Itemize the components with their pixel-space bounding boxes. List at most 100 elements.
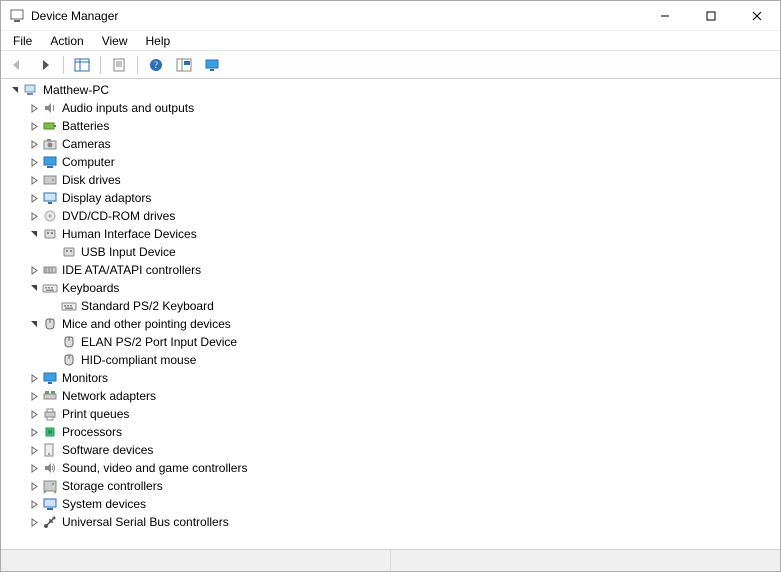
tree-expander-closed[interactable] xyxy=(26,514,42,530)
tree-expander-closed[interactable] xyxy=(26,370,42,386)
tree-expander-closed[interactable] xyxy=(26,478,42,494)
category-node[interactable]: DVD/CD-ROM drives xyxy=(3,207,780,225)
category-node[interactable]: Keyboards xyxy=(3,279,780,297)
toolbar-monitor-button[interactable] xyxy=(200,54,224,76)
tree-expander-closed[interactable] xyxy=(26,442,42,458)
node-label: Print queues xyxy=(62,407,129,421)
minimize-button[interactable] xyxy=(642,1,688,31)
category-node[interactable]: System devices xyxy=(3,495,780,513)
category-node[interactable]: Mice and other pointing devices xyxy=(3,315,780,333)
category-node[interactable]: Monitors xyxy=(3,369,780,387)
tree-expander-open[interactable] xyxy=(7,82,23,98)
tree-expander-open[interactable] xyxy=(26,316,42,332)
tree-expander-closed[interactable] xyxy=(26,496,42,512)
tree-expander-closed[interactable] xyxy=(26,406,42,422)
category-node[interactable]: Network adapters xyxy=(3,387,780,405)
storage-icon xyxy=(42,478,58,494)
toolbar-help-button[interactable]: ? xyxy=(144,54,168,76)
node-label: Human Interface Devices xyxy=(62,227,197,241)
close-button[interactable] xyxy=(734,1,780,31)
cpu-icon xyxy=(42,424,58,440)
category-node[interactable]: Processors xyxy=(3,423,780,441)
tree-expander-none xyxy=(45,298,61,314)
device-node[interactable]: ELAN PS/2 Port Input Device xyxy=(3,333,780,351)
device-node[interactable]: HID-compliant mouse xyxy=(3,351,780,369)
category-node[interactable]: Audio inputs and outputs xyxy=(3,99,780,117)
device-node[interactable]: Standard PS/2 Keyboard xyxy=(3,297,780,315)
tree-expander-closed[interactable] xyxy=(26,100,42,116)
mouse-icon xyxy=(61,334,77,350)
node-label: Storage controllers xyxy=(62,479,163,493)
hid-icon xyxy=(61,244,77,260)
node-label: Cameras xyxy=(62,137,111,151)
category-node[interactable]: Cameras xyxy=(3,135,780,153)
toolbar-show-hide-tree-button[interactable] xyxy=(70,54,94,76)
tree-expander-closed[interactable] xyxy=(26,208,42,224)
menu-view[interactable]: View xyxy=(94,32,136,50)
usb-icon xyxy=(42,514,58,530)
toolbar-scan-button[interactable] xyxy=(172,54,196,76)
ide-icon xyxy=(42,262,58,278)
window-title: Device Manager xyxy=(31,9,118,23)
node-label: Software devices xyxy=(62,443,153,457)
menu-file[interactable]: File xyxy=(5,32,40,50)
node-label: Computer xyxy=(62,155,115,169)
tree-expander-closed[interactable] xyxy=(26,154,42,170)
node-label: IDE ATA/ATAPI controllers xyxy=(62,263,201,277)
monitor-icon xyxy=(42,370,58,386)
tree-expander-none xyxy=(45,244,61,260)
tree-expander-open[interactable] xyxy=(26,226,42,242)
svg-text:?: ? xyxy=(154,60,158,70)
category-node[interactable]: Matthew-PC xyxy=(3,81,780,99)
camera-icon xyxy=(42,136,58,152)
tree-expander-closed[interactable] xyxy=(26,190,42,206)
device-tree[interactable]: Matthew-PCAudio inputs and outputs Batter… xyxy=(1,79,780,549)
tree-expander-closed[interactable] xyxy=(26,118,42,134)
tree-expander-closed[interactable] xyxy=(26,136,42,152)
node-label: Batteries xyxy=(62,119,109,133)
node-label: Processors xyxy=(62,425,122,439)
menubar: File Action View Help xyxy=(1,31,780,51)
toolbar-separator xyxy=(100,56,101,74)
tree-expander-closed[interactable] xyxy=(26,388,42,404)
device-node[interactable]: USB Input Device xyxy=(3,243,780,261)
statusbar xyxy=(1,549,780,571)
category-node[interactable]: Batteries xyxy=(3,117,780,135)
category-node[interactable]: IDE ATA/ATAPI controllers xyxy=(3,261,780,279)
node-label: Mice and other pointing devices xyxy=(62,317,231,331)
tree-expander-closed[interactable] xyxy=(26,460,42,476)
category-node[interactable]: Human Interface Devices xyxy=(3,225,780,243)
node-label: Standard PS/2 Keyboard xyxy=(81,299,214,313)
category-node[interactable]: Sound, video and game controllers xyxy=(3,459,780,477)
toolbar-separator xyxy=(137,56,138,74)
audio-icon xyxy=(42,100,58,116)
tree-expander-open[interactable] xyxy=(26,280,42,296)
display-icon xyxy=(42,190,58,206)
toolbar-properties-button[interactable] xyxy=(107,54,131,76)
menu-action[interactable]: Action xyxy=(42,32,91,50)
maximize-button[interactable] xyxy=(688,1,734,31)
keyboard-icon xyxy=(42,280,58,296)
node-label: Disk drives xyxy=(62,173,121,187)
category-node[interactable]: Print queues xyxy=(3,405,780,423)
toolbar-separator xyxy=(63,56,64,74)
toolbar-forward-button[interactable] xyxy=(33,54,57,76)
category-node[interactable]: Universal Serial Bus controllers xyxy=(3,513,780,531)
category-node[interactable]: Display adaptors xyxy=(3,189,780,207)
tree-expander-closed[interactable] xyxy=(26,262,42,278)
menu-help[interactable]: Help xyxy=(138,32,179,50)
toolbar-back-button[interactable] xyxy=(5,54,29,76)
node-label: System devices xyxy=(62,497,146,511)
tree-expander-closed[interactable] xyxy=(26,424,42,440)
category-node[interactable]: Disk drives xyxy=(3,171,780,189)
node-label: Keyboards xyxy=(62,281,119,295)
software-icon xyxy=(42,442,58,458)
node-label: HID-compliant mouse xyxy=(81,353,196,367)
tree-expander-closed[interactable] xyxy=(26,172,42,188)
category-node[interactable]: Computer xyxy=(3,153,780,171)
tree-expander-none xyxy=(45,334,61,350)
category-node[interactable]: Storage controllers xyxy=(3,477,780,495)
category-node[interactable]: Software devices xyxy=(3,441,780,459)
disk-icon xyxy=(42,172,58,188)
system-icon xyxy=(42,496,58,512)
